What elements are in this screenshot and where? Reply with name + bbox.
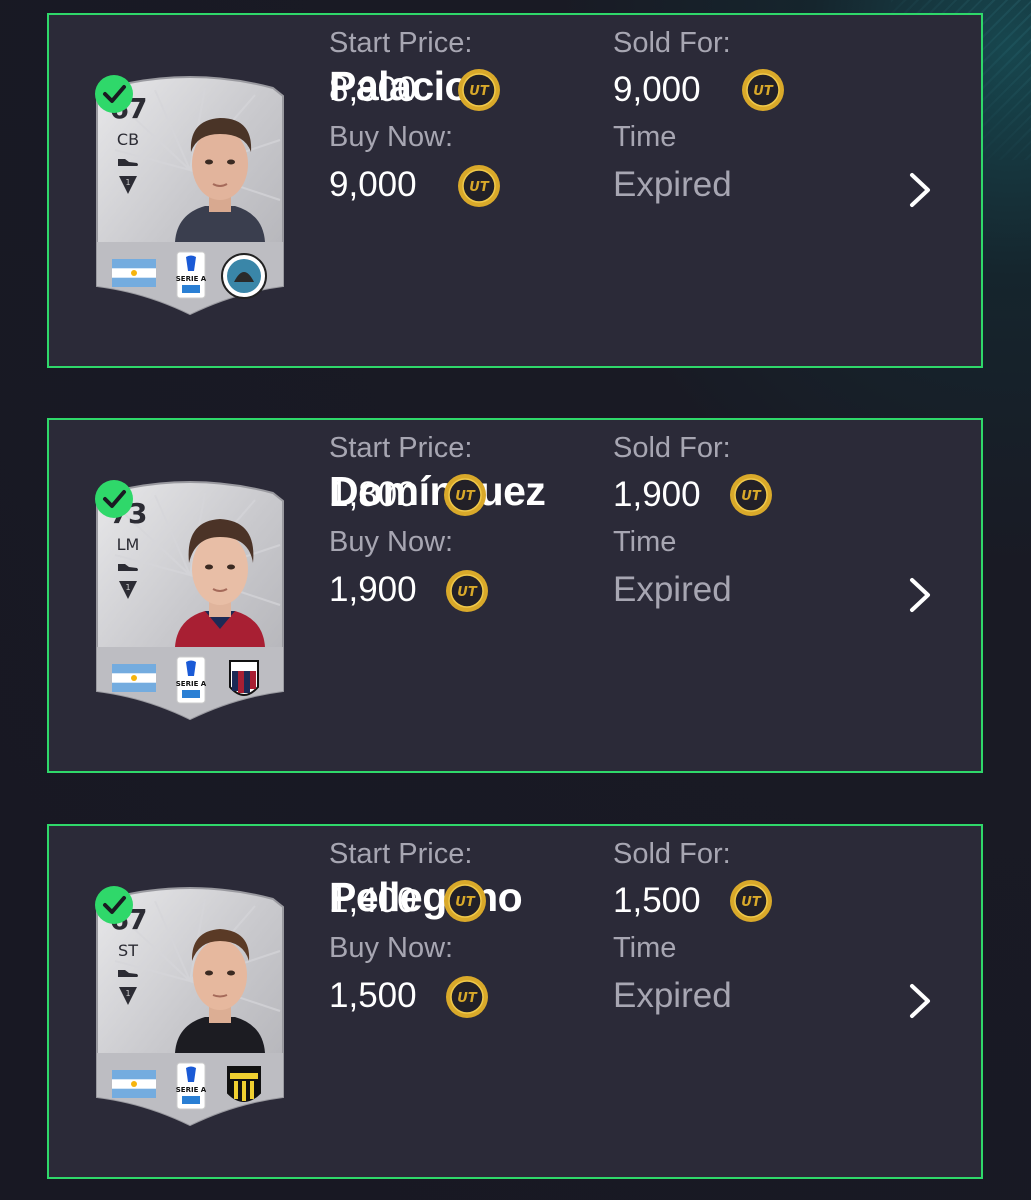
time-value: Expired xyxy=(613,976,732,1015)
boot-icon xyxy=(118,970,138,977)
coin-text: UT xyxy=(455,895,476,910)
chevron-rank-icon: 1 xyxy=(119,176,137,194)
boot-icon xyxy=(118,564,138,571)
chevron-right-icon[interactable] xyxy=(907,983,933,1019)
start-price-label: Start Price: xyxy=(329,838,473,870)
sold-for-label: Sold For: xyxy=(613,27,731,59)
svg-text:1: 1 xyxy=(125,989,130,998)
serie-a-badge-icon: SERIE A xyxy=(176,251,206,299)
start-price-label: Start Price: xyxy=(329,432,473,464)
bologna-badge-icon xyxy=(229,660,259,696)
coin-icon: UT xyxy=(730,880,772,922)
player-portrait-icon xyxy=(175,118,265,242)
time-label: Time xyxy=(613,526,677,558)
serie-a-badge-icon: SERIE A xyxy=(176,656,206,704)
coin-text: UT xyxy=(753,84,774,99)
coin-text: UT xyxy=(457,585,478,600)
coin-text: UT xyxy=(457,991,478,1006)
checkmark-icon xyxy=(95,886,133,924)
svg-text:SERIE A: SERIE A xyxy=(176,275,206,283)
coin-icon: UT xyxy=(444,880,486,922)
buy-now-value: 1,500 xyxy=(329,976,417,1015)
player-portrait-icon xyxy=(175,929,265,1053)
player-position: ST xyxy=(118,941,138,960)
coin-text: UT xyxy=(469,180,490,195)
sold-for-label: Sold For: xyxy=(613,432,731,464)
parma-badge-icon xyxy=(227,1066,261,1102)
buy-now-value: 9,000 xyxy=(329,165,417,204)
chevron-rank-icon: 1 xyxy=(119,987,137,1005)
sold-for-value: 9,000 xyxy=(613,70,701,109)
coin-icon: UT xyxy=(446,976,488,1018)
coin-icon: UT xyxy=(458,165,500,207)
player-card[interactable]: 67 CB 1 SERIE A xyxy=(95,70,285,315)
time-value: Expired xyxy=(613,165,732,204)
coin-icon: UT xyxy=(742,69,784,111)
transfer-list-item[interactable]: 73 LM 1 SERIE A Start Price: Sold For: 1… xyxy=(47,418,983,773)
time-label: Time xyxy=(613,121,677,153)
coin-icon: UT xyxy=(446,570,488,612)
chevron-right-icon[interactable] xyxy=(907,577,933,613)
coin-text: UT xyxy=(469,84,490,99)
buy-now-label: Buy Now: xyxy=(329,121,454,153)
buy-now-value: 1,900 xyxy=(329,570,417,609)
start-price-label: Start Price: xyxy=(329,27,473,59)
player-name: Domínguez xyxy=(329,468,546,514)
player-card[interactable]: 67 ST 1 SERIE A xyxy=(95,881,285,1126)
svg-text:1: 1 xyxy=(125,178,130,187)
player-card[interactable]: 73 LM 1 SERIE A xyxy=(95,475,285,720)
svg-text:SERIE A: SERIE A xyxy=(176,680,206,688)
coin-text: UT xyxy=(455,489,476,504)
player-position: CB xyxy=(116,130,140,149)
coin-icon: UT xyxy=(730,474,772,516)
chevron-right-icon[interactable] xyxy=(907,172,933,208)
coin-icon: UT xyxy=(458,69,500,111)
coin-icon: UT xyxy=(444,474,486,516)
chevron-rank-icon: 1 xyxy=(119,581,137,599)
buy-now-label: Buy Now: xyxy=(329,526,454,558)
time-label: Time xyxy=(613,932,677,964)
boot-icon xyxy=(118,159,138,166)
player-name: Pellegrino xyxy=(329,874,523,920)
sold-for-value: 1,900 xyxy=(613,475,701,514)
spezia-badge-icon xyxy=(221,253,267,299)
player-portrait-icon xyxy=(175,519,265,647)
checkmark-icon xyxy=(95,75,133,113)
sold-for-label: Sold For: xyxy=(613,838,731,870)
svg-text:1: 1 xyxy=(125,583,130,592)
transfer-list-item[interactable]: 67 ST 1 SERIE A Start Price: Sold For: 1… xyxy=(47,824,983,1179)
argentina-flag-icon xyxy=(112,259,156,287)
argentina-flag-icon xyxy=(112,1070,156,1098)
coin-text: UT xyxy=(741,895,762,910)
player-position: LM xyxy=(116,535,140,554)
coin-text: UT xyxy=(741,489,762,504)
argentina-flag-icon xyxy=(112,664,156,692)
serie-a-badge-icon: SERIE A xyxy=(176,1062,206,1110)
buy-now-label: Buy Now: xyxy=(329,932,454,964)
transfer-list-item[interactable]: 67 CB 1 SERIE A Start Price: Sold For: 8… xyxy=(47,13,983,368)
svg-text:SERIE A: SERIE A xyxy=(176,1086,206,1094)
sold-for-value: 1,500 xyxy=(613,881,701,920)
time-value: Expired xyxy=(613,570,732,609)
checkmark-icon xyxy=(95,480,133,518)
